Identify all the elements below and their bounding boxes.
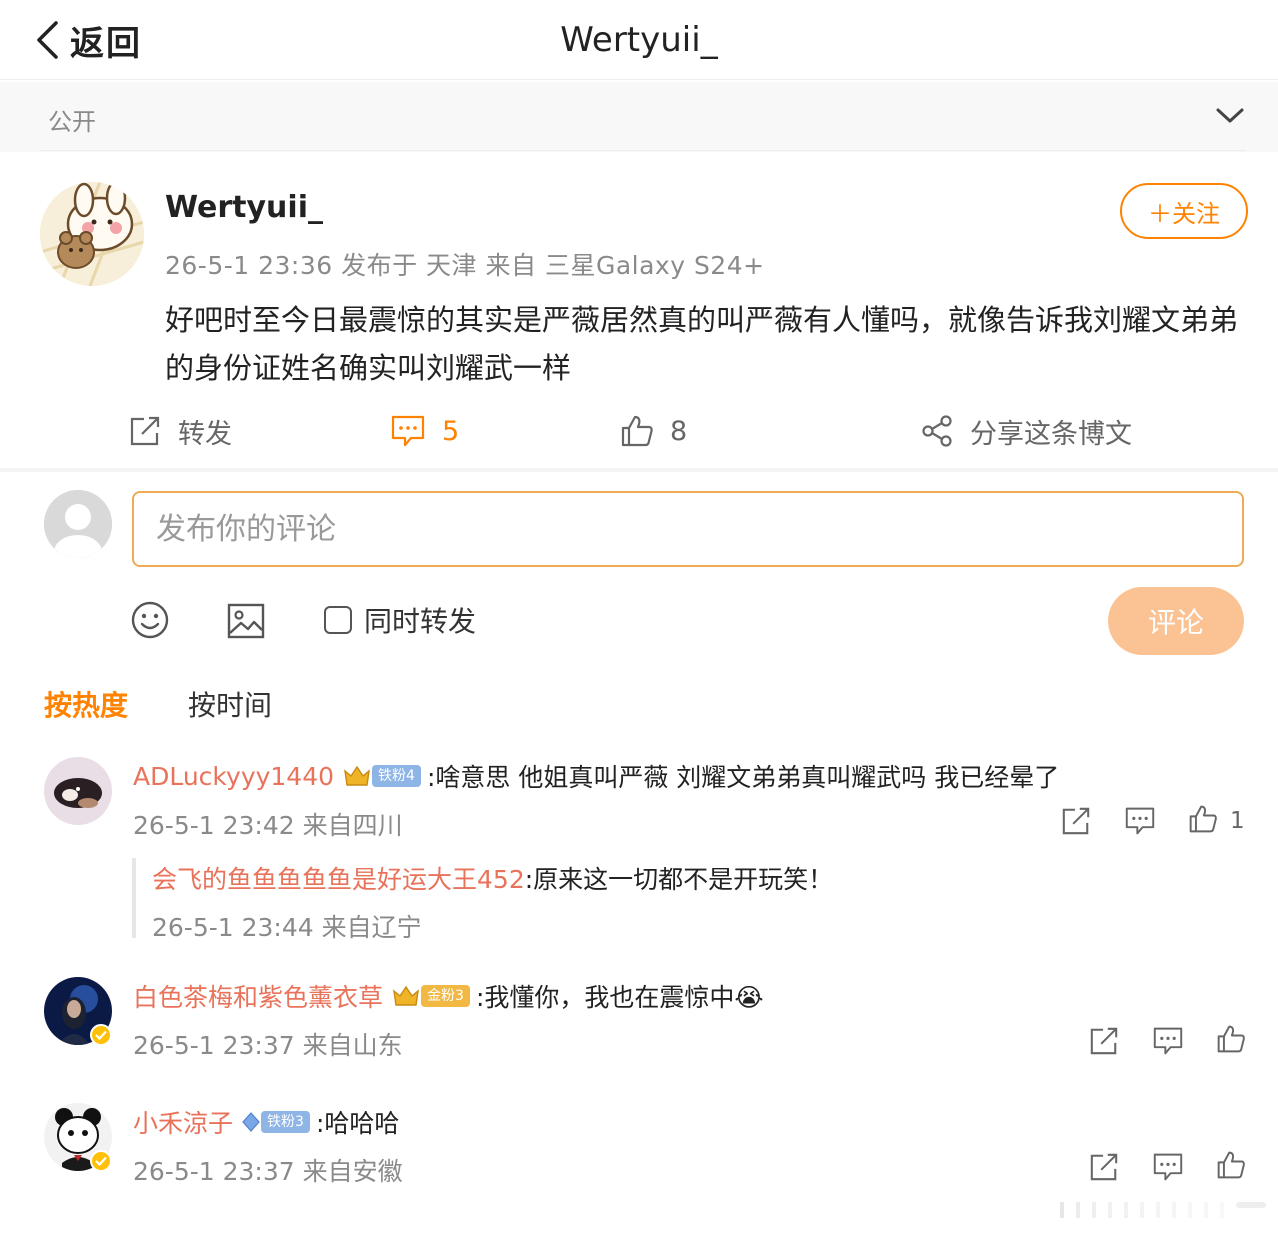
thumbs-up-icon[interactable] xyxy=(1216,1024,1246,1054)
follow-button[interactable]: ＋关注 xyxy=(1120,183,1248,239)
comment-author[interactable]: ADLuckyyy1440 xyxy=(133,762,334,791)
comment-author[interactable]: 白色茶梅和紫色薰衣草 xyxy=(133,978,383,1014)
comment-count-button[interactable]: 5 xyxy=(390,404,459,458)
comment-meta: 26-5-1 23:37 来自山东 xyxy=(133,1031,403,1060)
fan-badge-label: 铁粉4 xyxy=(372,765,421,787)
thumbs-up-icon xyxy=(620,414,654,448)
repost-label: 转发 xyxy=(178,418,232,450)
divider xyxy=(40,150,1246,151)
comment-meta: 26-5-1 23:42 来自四川 xyxy=(133,811,403,840)
like-count: 8 xyxy=(670,415,688,447)
repost-button[interactable]: 转发 xyxy=(128,404,232,458)
repost-icon[interactable] xyxy=(1088,1152,1120,1182)
share-label: 分享这条博文 xyxy=(970,418,1132,450)
page-title: Wertyuii_ xyxy=(560,20,718,60)
scrollbar[interactable] xyxy=(1040,1198,1268,1222)
fan-badge: 铁粉4 xyxy=(342,763,421,789)
fan-badge: 金粉3 xyxy=(391,983,470,1009)
share-icon xyxy=(920,414,954,448)
thumbs-up-icon[interactable] xyxy=(1188,804,1218,834)
repost-icon[interactable] xyxy=(1060,806,1092,836)
comment-text: :哈哈哈 xyxy=(315,1109,400,1138)
fan-badge-label: 金粉3 xyxy=(421,985,470,1007)
like-button[interactable]: 8 xyxy=(620,404,687,458)
back-button[interactable]: 返回 xyxy=(34,14,142,66)
tab-sort-hot[interactable]: 按热度 xyxy=(44,684,128,724)
reply-text: :原来这一切都不是开玩笑！ xyxy=(524,865,834,894)
comment-icon[interactable] xyxy=(1152,1152,1184,1182)
comment-author[interactable]: 小禾涼子 xyxy=(133,1104,233,1140)
verified-icon xyxy=(90,1024,112,1046)
repost-icon[interactable] xyxy=(1088,1026,1120,1056)
also-repost-label: 同时转发 xyxy=(364,605,477,638)
tab-sort-time[interactable]: 按时间 xyxy=(188,684,272,724)
comment-icon[interactable] xyxy=(1124,806,1156,836)
also-repost-checkbox[interactable]: 同时转发 xyxy=(324,600,476,640)
comment-input[interactable] xyxy=(132,491,1244,567)
chevron-left-icon xyxy=(34,20,60,60)
post-author-name[interactable]: Wertyuii_ xyxy=(165,190,323,225)
visibility-bar[interactable] xyxy=(0,82,1278,152)
emoji-icon[interactable] xyxy=(130,600,170,640)
reply-item: 会飞的鱼鱼鱼鱼鱼是好运大王452 :原来这一切都不是开玩笑！ xyxy=(152,858,833,898)
chevron-down-icon[interactable] xyxy=(1214,104,1246,126)
comment-meta: 26-5-1 23:37 来自安徽 xyxy=(133,1157,403,1186)
section-divider xyxy=(0,468,1278,472)
list-item: 小禾涼子 铁粉3 :哈哈哈 xyxy=(133,1102,399,1142)
comment-like-count: 1 xyxy=(1230,808,1245,834)
verified-icon xyxy=(90,1150,112,1172)
share-button[interactable]: 分享这条博文 xyxy=(920,404,1132,458)
avatar[interactable] xyxy=(40,182,144,286)
reply-author[interactable]: 会飞的鱼鱼鱼鱼鱼是好运大王452 xyxy=(152,860,525,896)
post-body: 好吧时至今日最震惊的其实是严薇居然真的叫严薇有人懂吗，就像告诉我刘耀文弟弟的身份… xyxy=(165,303,1239,385)
comment-text: :我懂你，我也在震惊中😭 xyxy=(475,983,764,1012)
reply-indicator xyxy=(132,858,136,938)
post-meta: 26-5-1 23:36 发布于 天津 来自 三星Galaxy S24+ xyxy=(165,251,765,280)
submit-comment-button[interactable]: 评论 xyxy=(1108,587,1244,655)
comment-count: 5 xyxy=(442,415,460,447)
checkbox-box[interactable] xyxy=(324,606,352,634)
avatar[interactable] xyxy=(44,757,112,825)
repost-icon xyxy=(128,415,162,447)
list-item: ADLuckyyy1440 铁粉4 :啥意思 他姐真叫严薇 刘耀文弟弟真叫耀武吗… xyxy=(133,756,1059,796)
image-icon[interactable] xyxy=(226,602,266,640)
comment-icon xyxy=(390,414,426,448)
comment-icon[interactable] xyxy=(1152,1026,1184,1056)
visibility-label: 公开 xyxy=(48,108,96,136)
reply-meta: 26-5-1 23:44 来自辽宁 xyxy=(152,913,422,942)
fan-badge-label: 铁粉3 xyxy=(261,1111,310,1133)
list-item: 白色茶梅和紫色薰衣草 金粉3 :我懂你，我也在震惊中😭 xyxy=(133,976,764,1016)
thumbs-up-icon[interactable] xyxy=(1216,1150,1246,1180)
my-avatar xyxy=(44,490,112,558)
comment-text: :啥意思 他姐真叫严薇 刘耀文弟弟真叫耀武吗 我已经晕了 xyxy=(426,763,1060,792)
back-label: 返回 xyxy=(70,23,142,64)
fan-badge: 铁粉3 xyxy=(241,1109,310,1135)
